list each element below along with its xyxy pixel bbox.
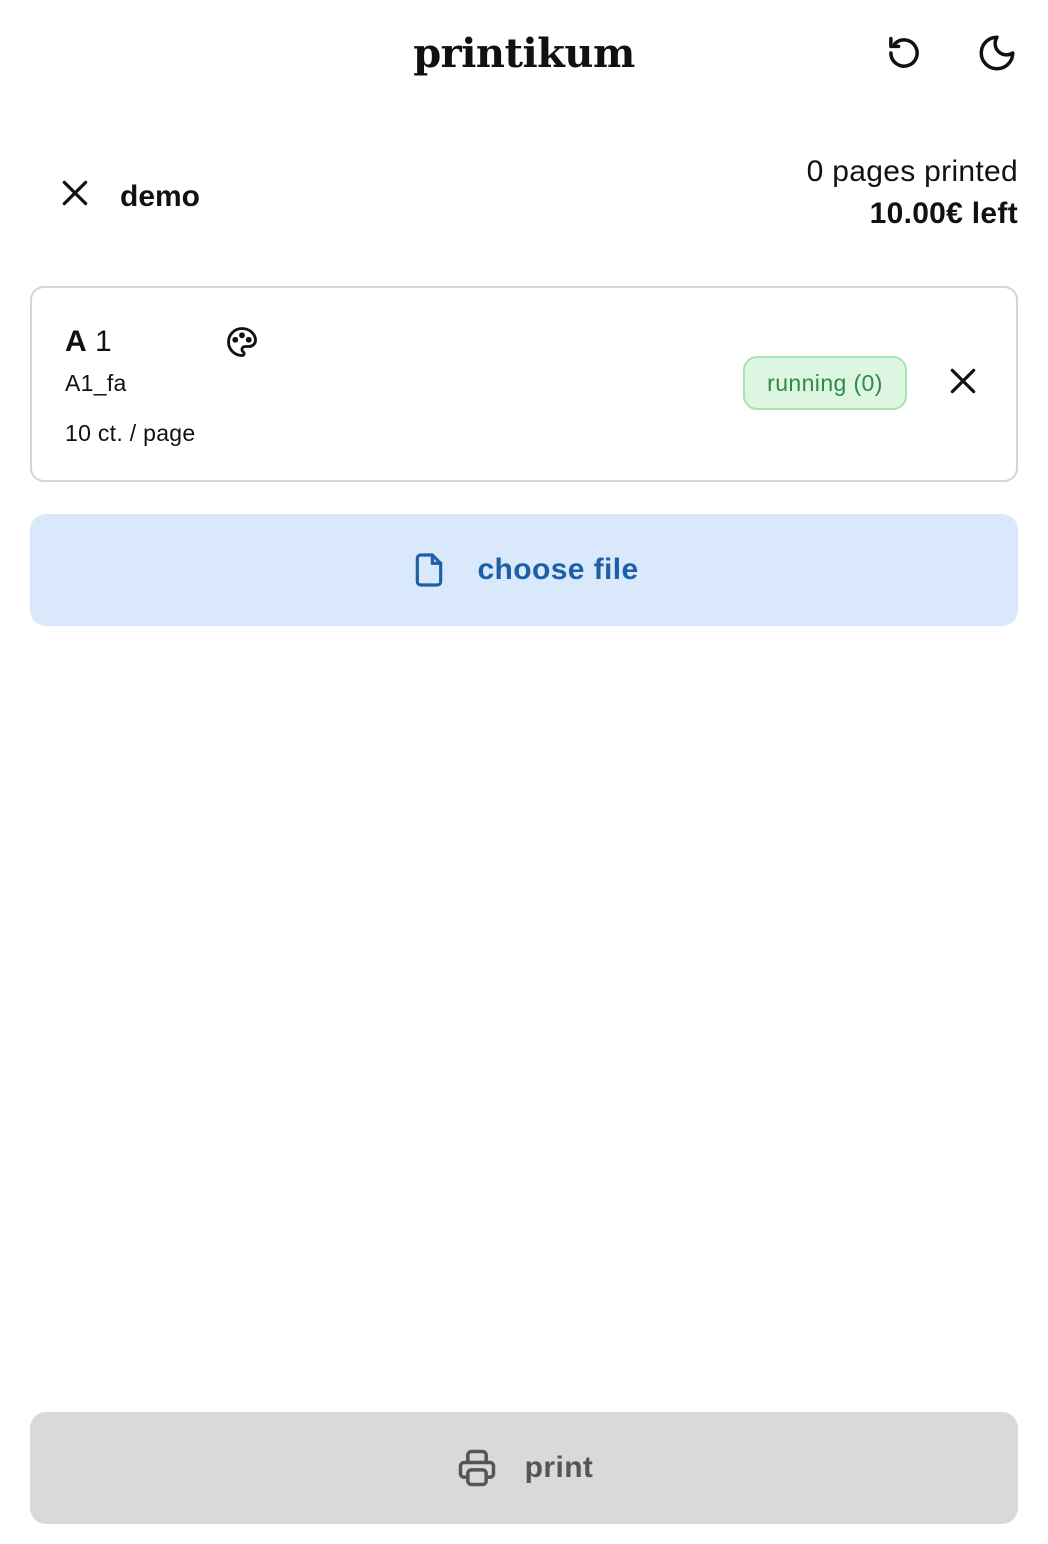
palette-icon: [224, 324, 260, 360]
remove-printer-button[interactable]: [940, 360, 986, 406]
printer-card[interactable]: A 1 A1_fa 10 ct. / page running (0): [30, 286, 1018, 482]
printer-icon: [455, 1446, 499, 1490]
close-icon: [59, 177, 91, 214]
printer-name-number: 1: [95, 325, 112, 358]
print-label: print: [524, 1451, 594, 1484]
choose-file-label: choose file: [477, 553, 639, 586]
reload-icon: [883, 32, 925, 74]
printer-name-letter: A: [65, 325, 87, 358]
username: demo: [120, 180, 201, 213]
printer-id: A1_fa: [65, 370, 127, 396]
balance-info: 0 pages printed 10.00€ left: [807, 152, 1018, 236]
printer-price: 10 ct. / page: [65, 420, 196, 446]
close-icon: [947, 365, 979, 402]
file-icon: [409, 548, 449, 592]
print-button[interactable]: print: [30, 1412, 1018, 1524]
logout-button[interactable]: [52, 172, 98, 218]
pages-printed: 0 pages printed: [806, 155, 1018, 188]
status-badge: running (0): [743, 356, 907, 410]
app-header: printikum: [0, 0, 1048, 110]
credit-left: 10.00€ left: [869, 197, 1018, 230]
theme-toggle-button[interactable]: [971, 27, 1023, 79]
reload-button[interactable]: [878, 27, 930, 79]
session-row: demo 0 pages printed 10.00€ left: [30, 150, 1018, 250]
choose-file-button[interactable]: choose file: [30, 514, 1018, 626]
printer-name: A 1: [65, 324, 112, 360]
moon-icon: [976, 32, 1018, 74]
